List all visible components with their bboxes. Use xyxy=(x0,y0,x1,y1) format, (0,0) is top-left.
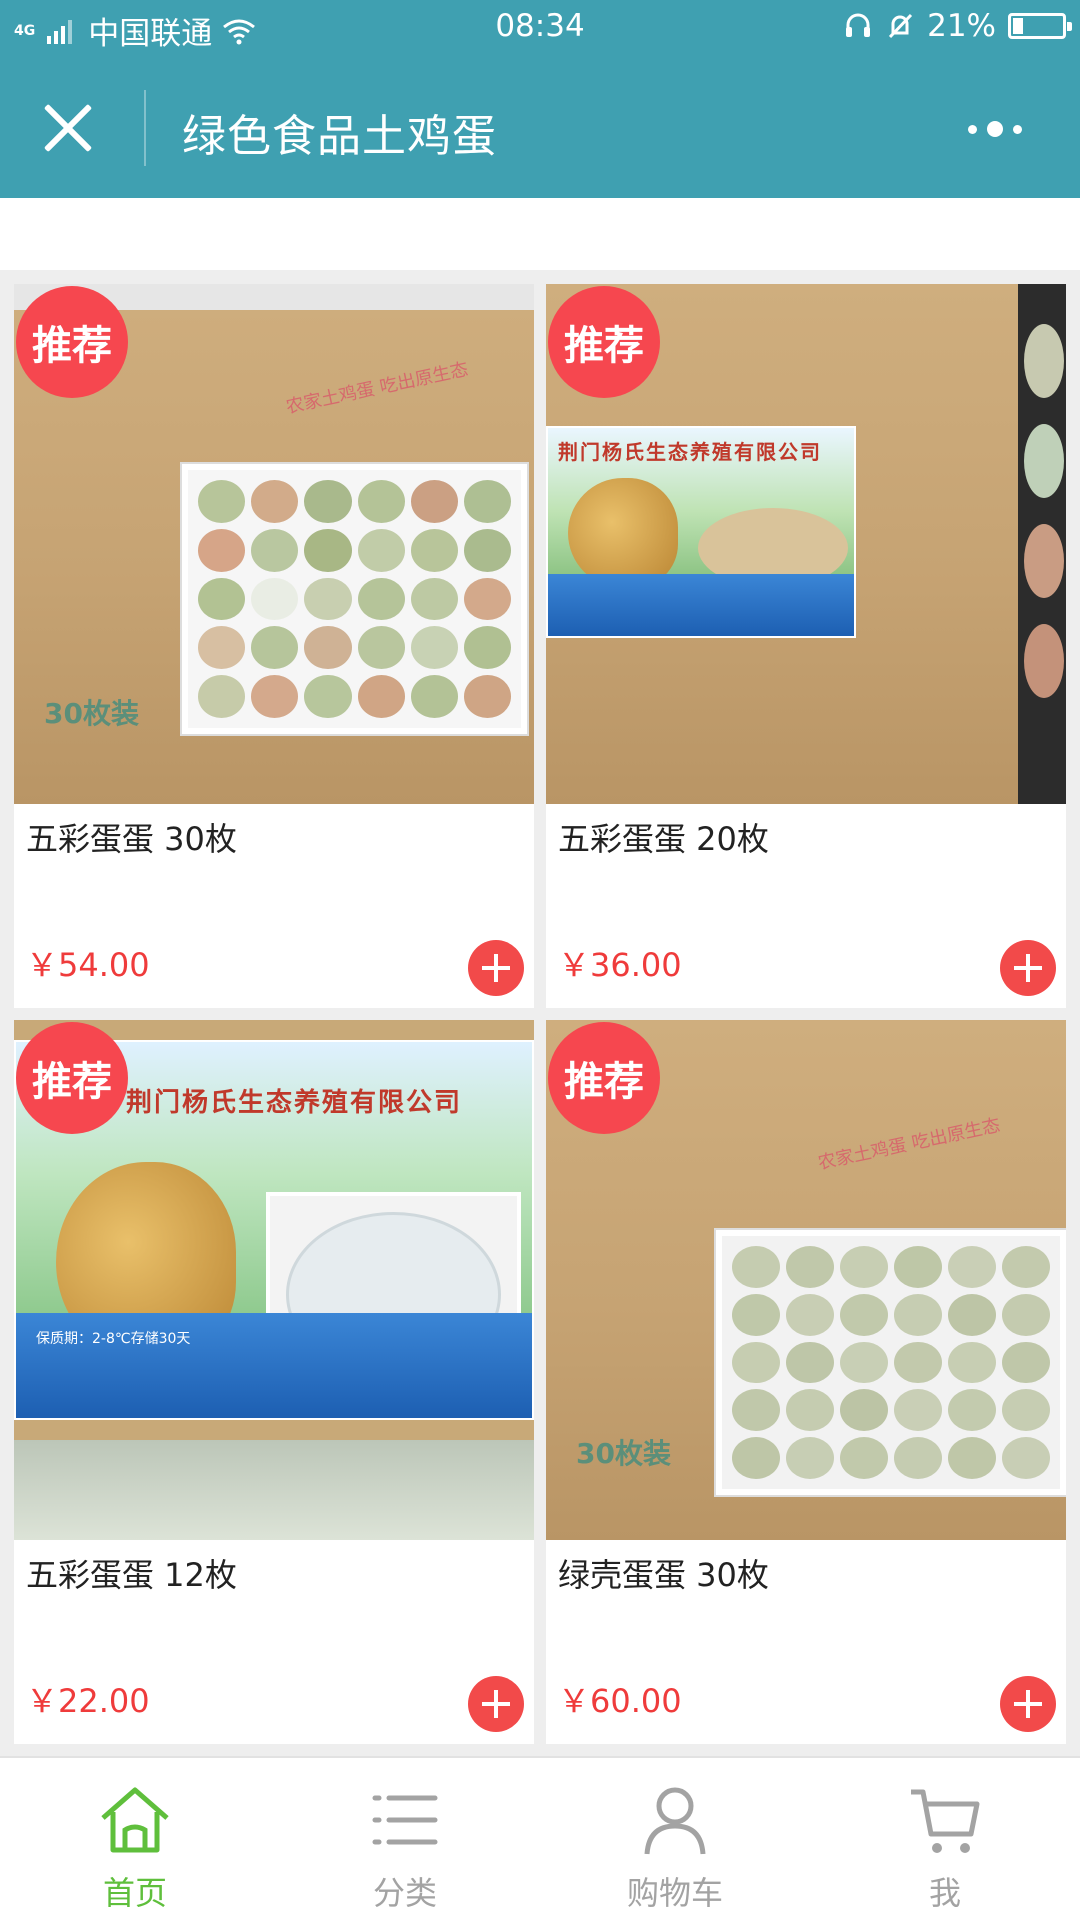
add-to-cart-button[interactable] xyxy=(1000,1676,1056,1732)
product-name[interactable]: 五彩蛋蛋 30枚 xyxy=(26,814,237,860)
product-card[interactable]: 农家土鸡蛋 吃出原生态 30枚装 推荐 绿壳蛋蛋 30枚 ￥60.00 xyxy=(546,1020,1066,1744)
bottom-tab-bar: 首页 分类 购物车 我 xyxy=(0,1756,1080,1920)
banner-area xyxy=(0,198,1080,270)
recommend-badge: 推荐 xyxy=(548,286,660,398)
product-price: ￥36.00 xyxy=(558,946,682,984)
tab-label: 分类 xyxy=(372,1874,437,1912)
product-image[interactable]: 荆门杨氏生态养殖有限公司 保质期：2-8℃存储30天 推荐 xyxy=(14,1020,534,1540)
banner-text: 保质期：2-8℃存储30天 xyxy=(36,1331,191,1347)
product-grid: 农家土鸡蛋 吃出原生态 30枚装 推荐 五彩蛋蛋 30枚 ￥54.00 荆门杨氏… xyxy=(14,284,1066,1744)
mute-bell-icon xyxy=(889,13,913,39)
recommend-badge: 推荐 xyxy=(16,286,128,398)
product-name[interactable]: 绿壳蛋蛋 30枚 xyxy=(558,1550,769,1596)
battery-icon xyxy=(1008,13,1072,39)
product-card[interactable]: 农家土鸡蛋 吃出原生态 30枚装 推荐 五彩蛋蛋 30枚 ￥54.00 xyxy=(14,284,534,1008)
box-label-text: 30枚装 xyxy=(576,1437,671,1470)
tab-shopping-cart[interactable]: 购物车 xyxy=(540,1758,810,1920)
banner-title: 荆门杨氏生态养殖有限公司 xyxy=(126,1088,463,1118)
box-label-text: 30枚装 xyxy=(44,697,139,730)
tab-label: 首页 xyxy=(102,1874,167,1912)
recommend-badge: 推荐 xyxy=(548,1022,660,1134)
home-icon xyxy=(101,1787,169,1853)
tab-category[interactable]: 分类 xyxy=(270,1758,540,1920)
person-icon xyxy=(644,1787,706,1855)
list-icon xyxy=(372,1795,438,1845)
cart-icon xyxy=(911,1789,980,1853)
status-bar: 4G 中国联通 08:34 21% xyxy=(0,0,1080,58)
add-to-cart-button[interactable] xyxy=(468,1676,524,1732)
battery-fill xyxy=(1013,18,1023,34)
divider xyxy=(144,90,146,166)
product-image[interactable]: 荆门杨氏生态养殖有限公司 推荐 xyxy=(546,284,1066,804)
product-price: ￥22.00 xyxy=(26,1682,150,1720)
battery-percent: 21% xyxy=(927,8,996,44)
close-button[interactable] xyxy=(40,100,96,156)
add-to-cart-button[interactable] xyxy=(468,940,524,996)
product-card[interactable]: 荆门杨氏生态养殖有限公司 推荐 五彩蛋蛋 20枚 ￥36.00 xyxy=(546,284,1066,1008)
headset-icon xyxy=(846,13,871,37)
banner-title: 荆门杨氏生态养殖有限公司 xyxy=(558,440,822,464)
recommend-badge: 推荐 xyxy=(16,1022,128,1134)
product-price: ￥54.00 xyxy=(26,946,150,984)
page-title: 绿色食品土鸡蛋 xyxy=(182,111,497,162)
product-image[interactable]: 农家土鸡蛋 吃出原生态 30枚装 推荐 xyxy=(546,1020,1066,1540)
product-price: ￥60.00 xyxy=(558,1682,682,1720)
product-name[interactable]: 五彩蛋蛋 12枚 xyxy=(26,1550,237,1596)
product-name[interactable]: 五彩蛋蛋 20枚 xyxy=(558,814,769,860)
product-image[interactable]: 农家土鸡蛋 吃出原生态 30枚装 推荐 xyxy=(14,284,534,804)
more-options-button[interactable] xyxy=(950,114,1040,144)
tab-label: 购物车 xyxy=(626,1874,723,1912)
tab-label: 我 xyxy=(928,1874,961,1912)
tab-me[interactable]: 我 xyxy=(810,1758,1080,1920)
header-bar: 绿色食品土鸡蛋 xyxy=(0,58,1080,198)
add-to-cart-button[interactable] xyxy=(1000,940,1056,996)
product-card[interactable]: 荆门杨氏生态养殖有限公司 保质期：2-8℃存储30天 推荐 五彩蛋蛋 12枚 ￥… xyxy=(14,1020,534,1744)
tab-home[interactable]: 首页 xyxy=(0,1758,270,1920)
